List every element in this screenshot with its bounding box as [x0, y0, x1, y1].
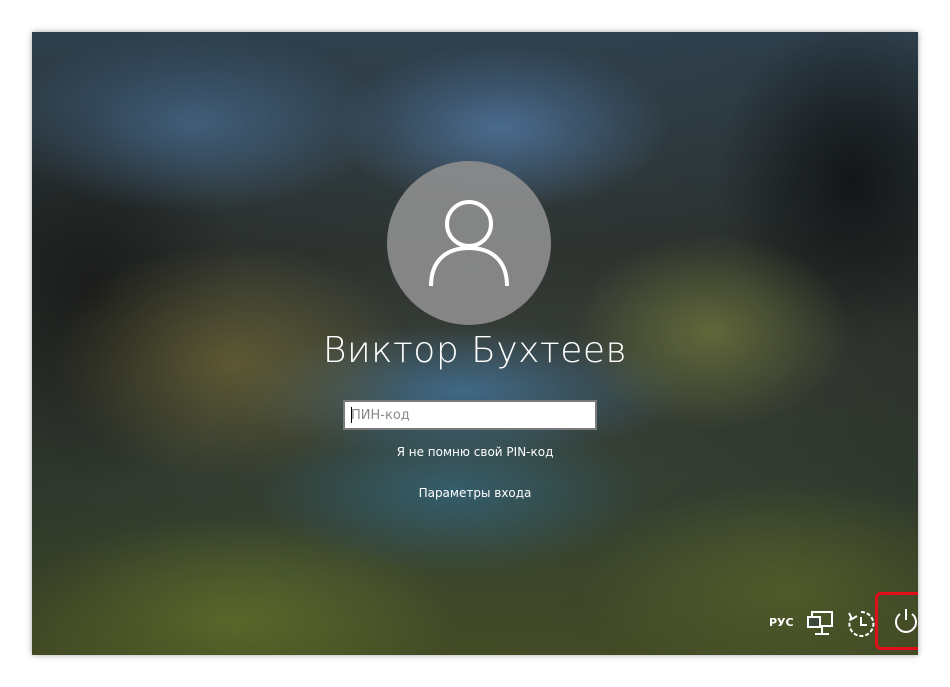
accessibility-icon[interactable] — [846, 609, 876, 639]
pin-field[interactable] — [343, 400, 597, 430]
user-name: Виктор Бухтеев — [322, 330, 628, 371]
text-caret — [351, 407, 352, 423]
lock-screen: Виктор Бухтеев Я не помню свой PIN-код П… — [32, 32, 918, 655]
sign-in-options-link[interactable]: Параметры входа — [419, 486, 532, 500]
pin-input[interactable] — [345, 402, 595, 428]
language-indicator[interactable]: РУС — [769, 616, 794, 629]
power-button[interactable] — [875, 592, 918, 650]
power-icon — [894, 609, 917, 633]
user-icon — [429, 200, 509, 287]
user-avatar — [387, 161, 551, 325]
sign-in-options-row: Параметры входа — [32, 486, 918, 500]
forgot-pin-row: Я не помню свой PIN-код — [32, 445, 918, 459]
system-tray: РУС — [688, 592, 918, 652]
forgot-pin-link[interactable]: Я не помню свой PIN-код — [397, 445, 554, 459]
network-icon[interactable] — [806, 609, 838, 639]
